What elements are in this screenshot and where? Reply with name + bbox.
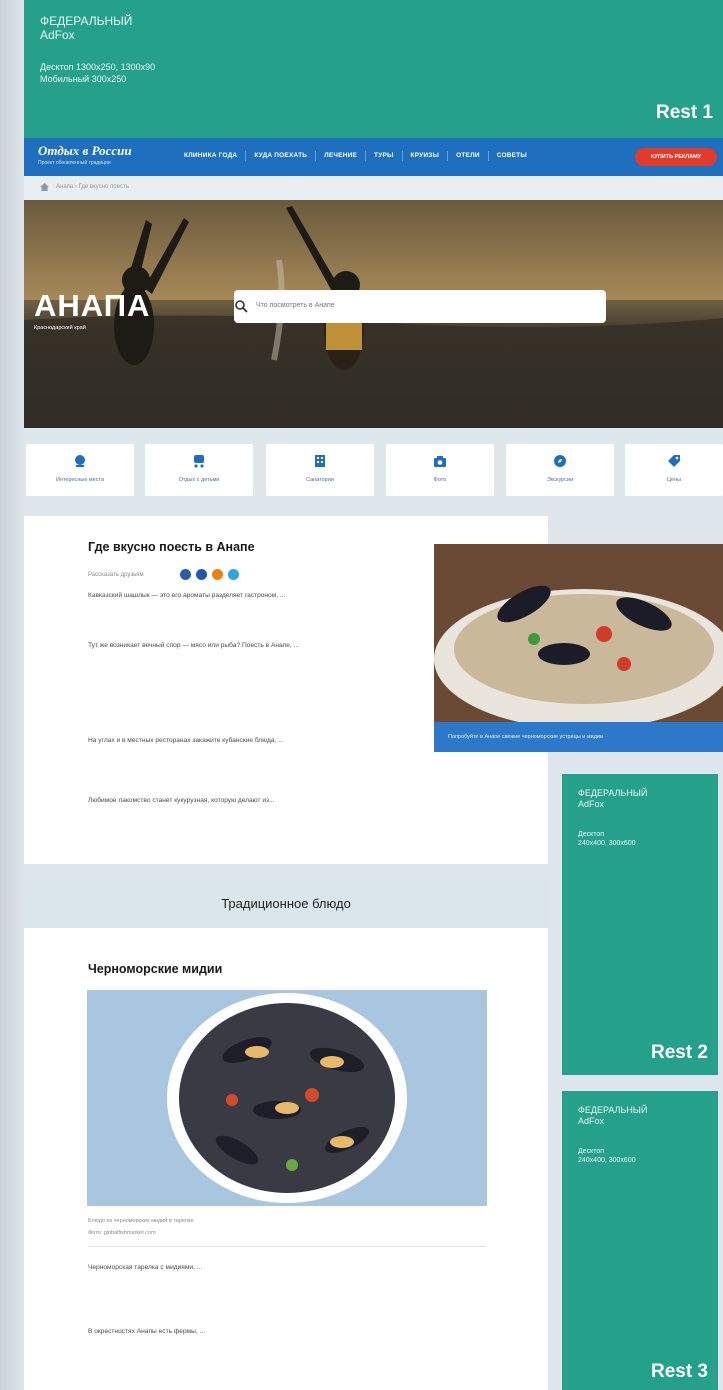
compass-icon <box>554 455 566 467</box>
paragraph-text: Черноморская тарелка с мидиями, ... <box>88 1264 203 1271</box>
breadcrumb: Анапа › Где вкусно поесть <box>24 176 723 200</box>
page-title: АНАПА <box>34 288 151 323</box>
seafood-photo[interactable]: Попробуйте в Анапе свежие черноморские у… <box>434 544 723 752</box>
ad-line-2: AdFox <box>578 1116 605 1126</box>
side-ad-2[interactable]: ФЕДЕРАЛЬНЫЙ AdFox Десктоп 240х400, 300х6… <box>562 774 718 1075</box>
article-paragraph: Любимое лакомство станет кукурузная, кот… <box>88 795 428 806</box>
ad-line-2: AdFox <box>40 28 75 42</box>
dish-paragraph: Черноморская тарелка с мидиями, ... <box>88 1262 486 1273</box>
category-label: Фото <box>433 477 447 483</box>
photo-caption-1: Блюдо из черноморских мидий в тарелке <box>88 1218 194 1224</box>
rest-label: Rest 1 <box>655 102 713 123</box>
category-label: Экскурсии <box>546 477 574 483</box>
rest-label: Rest 2 <box>650 1042 708 1063</box>
section-title: Традиционное блюдо <box>221 896 351 911</box>
buy-ad-button[interactable]: КУПИТЬ РЕКЛАМУ <box>635 148 717 166</box>
photo-caption: Попробуйте в Анапе свежие черноморские у… <box>434 722 723 752</box>
ad-line-3: Десктоп 1300х250, 1300х90 <box>40 62 156 72</box>
category-label: Отдых с детьми <box>178 477 220 483</box>
seafood-image <box>434 544 723 752</box>
logo-subtitle: Проект обновленный традиции <box>38 160 111 166</box>
tag-icon <box>668 455 680 467</box>
category-places[interactable]: Интересные места <box>26 444 134 496</box>
main-navigation: Отдых в России Проект обновленный традиц… <box>24 138 723 176</box>
ad-line-4: 240х400, 300х600 <box>578 1157 636 1164</box>
paragraph-text: На углах и в местных ресторанах закажите… <box>88 737 284 744</box>
nav-item-tours[interactable]: ТУРЫ <box>366 151 403 161</box>
article-paragraph: Тут же возникает вечный спор — мясо или … <box>88 640 428 651</box>
top-ad-banner[interactable]: ФЕДЕРАЛЬНЫЙ AdFox Десктоп 1300х250, 1300… <box>24 0 723 138</box>
category-kids[interactable]: Отдых с детьми <box>145 444 253 496</box>
hero-banner: АНАПА Краснодарский край Что посмотреть … <box>24 200 723 428</box>
photo-caption-2: Фото: globalfishmarket.com <box>88 1230 156 1236</box>
dish-paragraph: В окрестностях Анапы есть фермы, ... <box>88 1326 486 1337</box>
article-paragraph: Кавказский шашлык — это его ароматы разд… <box>88 590 428 601</box>
nav-item-hotels[interactable]: ОТЕЛИ <box>448 151 489 161</box>
ad-line-1: ФЕДЕРАЛЬНЫЙ <box>578 788 648 798</box>
facebook-share-icon[interactable] <box>196 569 207 580</box>
section-header: Традиционное блюдо <box>24 880 548 928</box>
ad-line-3: Десктоп <box>578 1148 605 1155</box>
stroller-icon <box>194 455 204 468</box>
ad-line-3: Десктоп <box>578 831 605 838</box>
site-logo[interactable]: Отдых в России Проект обновленный традиц… <box>38 143 132 166</box>
category-prices[interactable]: Цены <box>625 444 723 496</box>
category-sanatoriums[interactable]: Санатории <box>266 444 374 496</box>
category-label: Интересные места <box>55 477 105 483</box>
search-input[interactable]: Что посмотреть в Анапе <box>256 302 335 309</box>
article-paragraph: На углах и в местных ресторанах закажите… <box>88 735 428 746</box>
nav-item-clinic[interactable]: КЛИНИКА ГОДА <box>176 151 247 161</box>
category-excursions[interactable]: Экскурсии <box>506 444 614 496</box>
ad-line-4: 240х400, 300х600 <box>578 840 636 847</box>
category-photo[interactable]: Фото <box>386 444 494 496</box>
region-subtitle: Краснодарский край <box>34 325 86 331</box>
category-bar: Интересные места Отдых с детьми Санатори… <box>26 444 723 496</box>
nav-item-treatment[interactable]: ЛЕЧЕНИЕ <box>316 151 367 161</box>
search-box[interactable]: Что посмотреть в Анапе <box>234 290 606 323</box>
ad-line-2: AdFox <box>578 799 605 809</box>
building-icon <box>315 455 325 467</box>
category-label: Санатории <box>306 477 334 483</box>
camera-icon <box>434 456 446 467</box>
rest-label: Rest 3 <box>650 1361 708 1382</box>
paragraph-text: Любимое лакомство станет кукурузная, кот… <box>88 797 275 804</box>
breadcrumb-text[interactable]: Анапа › Где вкусно поесть <box>56 184 129 190</box>
divider <box>88 1246 486 1247</box>
nav-item-cruises[interactable]: КРУИЗЫ <box>403 151 449 161</box>
search-icon[interactable] <box>234 299 248 313</box>
mussels-image <box>87 990 487 1206</box>
left-shadow <box>0 0 26 1390</box>
dish-title: Черноморские мидии <box>88 962 223 976</box>
nav-item-where[interactable]: КУДА ПОЕХАТЬ <box>246 151 317 161</box>
paragraph-text: Кавказский шашлык — это его ароматы разд… <box>88 592 286 599</box>
paragraph-text: Тут же возникает вечный спор — мясо или … <box>88 642 300 649</box>
ok-share-icon[interactable] <box>212 569 223 580</box>
ad-line-1: ФЕДЕРАЛЬНЫЙ <box>578 1105 648 1115</box>
ad-line-1: ФЕДЕРАЛЬНЫЙ <box>40 14 133 28</box>
article-title: Где вкусно поесть в Анапе <box>88 540 255 554</box>
home-icon[interactable] <box>40 183 49 191</box>
category-label: Цены <box>666 477 682 483</box>
logo-title: Отдых в России <box>38 143 132 158</box>
nav-menu: КЛИНИКА ГОДА КУДА ПОЕХАТЬ ЛЕЧЕНИЕ ТУРЫ К… <box>176 151 535 161</box>
telegram-share-icon[interactable] <box>228 569 239 580</box>
paragraph-text: В окрестностях Анапы есть фермы, ... <box>88 1328 206 1335</box>
share-label: Рассказать друзьям <box>88 572 144 578</box>
nav-item-tips[interactable]: СОВЕТЫ <box>489 151 535 161</box>
mussels-photo[interactable] <box>87 990 487 1206</box>
side-ad-3[interactable]: ФЕДЕРАЛЬНЫЙ AdFox Десктоп 240х400, 300х6… <box>562 1091 718 1390</box>
vk-share-icon[interactable] <box>180 569 191 580</box>
ad-line-4: Мобильный 300х250 <box>40 74 127 84</box>
landmark-icon <box>75 455 85 467</box>
